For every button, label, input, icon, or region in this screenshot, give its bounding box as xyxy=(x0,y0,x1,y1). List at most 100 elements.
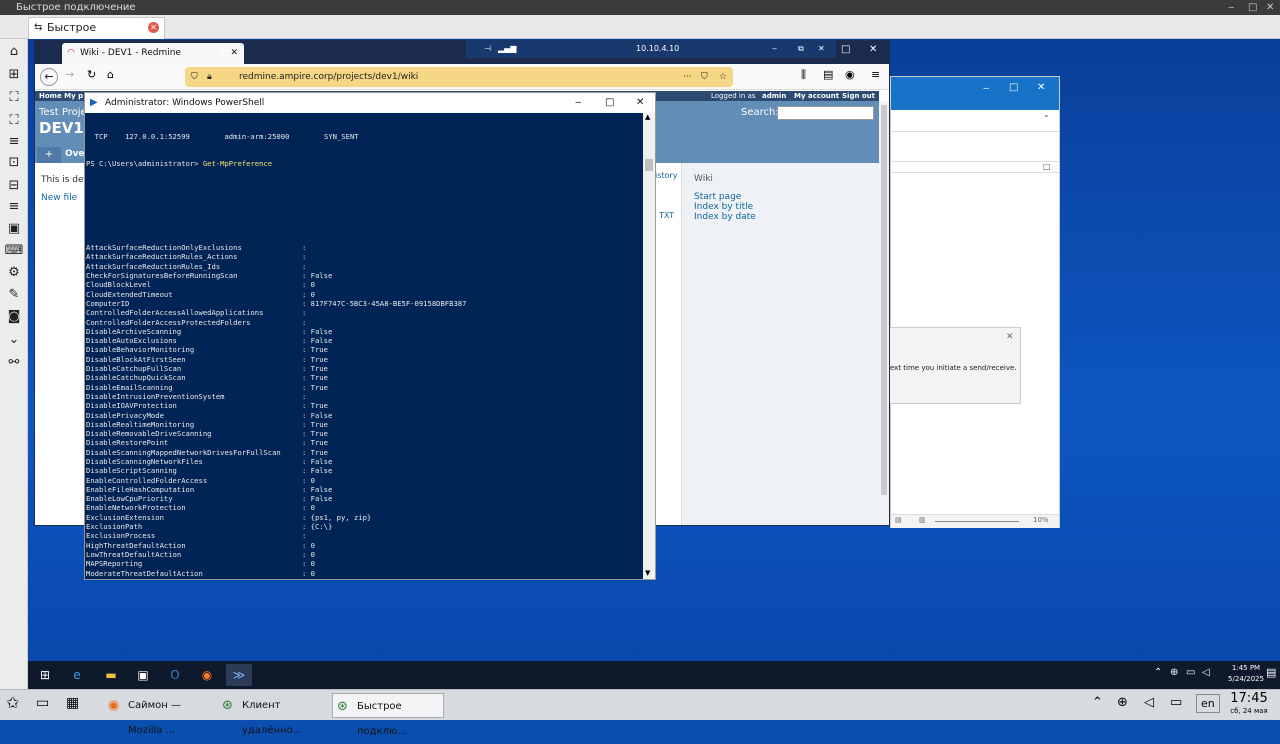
close-icon[interactable]: ✕ xyxy=(1006,332,1014,342)
console-output[interactable]: TCP 127.0.0.1:52599 admin-arm:25000 SYN_… xyxy=(85,113,643,579)
task-remote-client[interactable]: ⊛ Клиент удалённо... xyxy=(218,693,330,736)
new-tab-icon[interactable]: + xyxy=(217,43,229,59)
close-icon[interactable]: ✕ xyxy=(869,44,877,55)
resize-icon[interactable]: ⊟ xyxy=(4,176,24,196)
volume-icon[interactable]: ◁ xyxy=(1202,667,1210,678)
file-explorer-icon[interactable]: ▬ xyxy=(98,664,124,686)
keyboard-layout[interactable]: en xyxy=(1196,694,1220,713)
scale-icon[interactable]: ⊡ xyxy=(4,153,24,173)
firefox-icon[interactable]: ◉ xyxy=(194,664,220,686)
account-icon[interactable]: ◉ xyxy=(845,68,855,81)
window-icon[interactable]: ▣ xyxy=(4,219,24,239)
my-account-link[interactable]: My account xyxy=(794,91,839,101)
powershell-icon[interactable]: ≫ xyxy=(226,664,252,686)
show-desktop-icon[interactable]: ▭ xyxy=(36,695,49,711)
close-icon[interactable]: ✕ xyxy=(636,93,644,113)
zoom-slider[interactable] xyxy=(935,521,1019,522)
menu-icon[interactable]: ≡ xyxy=(4,132,24,152)
restore-icon[interactable]: ⧉ xyxy=(798,40,804,58)
settings-icon[interactable]: ⚙ xyxy=(4,263,24,283)
outlook-icon[interactable]: O xyxy=(162,664,188,686)
pocket-icon[interactable]: ⛉ xyxy=(701,67,708,87)
page-scrollbar[interactable] xyxy=(879,101,889,525)
close-tab-icon[interactable]: ✕ xyxy=(230,43,238,64)
chevron-up-icon[interactable]: ⌃ xyxy=(1092,695,1103,710)
preference-row: ExclusionPath: {C:\} xyxy=(86,522,333,532)
url-bar[interactable]: ⛉ 🔒︎ redmine.ampire.corp/projects/dev1/w… xyxy=(185,67,733,87)
txt-export-link[interactable]: TXT xyxy=(659,211,674,220)
file-manager-icon[interactable]: ▦ xyxy=(66,695,79,711)
keyboard-icon[interactable]: ⌨ xyxy=(4,241,24,261)
fullscreen-icon[interactable]: ⛶ xyxy=(4,88,24,108)
logged-user-link[interactable]: admin xyxy=(762,91,786,101)
menu-icon[interactable]: ≡ xyxy=(871,68,880,81)
library-icon[interactable]: ⫼ xyxy=(801,68,806,82)
search-input[interactable] xyxy=(777,106,874,120)
list-icon[interactable]: ≡ xyxy=(4,197,24,217)
tab-overview[interactable]: Ove xyxy=(65,149,85,159)
minimize-icon[interactable]: ‒ xyxy=(575,93,581,113)
preference-key: EnableNetworkProtection xyxy=(86,503,186,513)
display-icon[interactable]: ▭ xyxy=(1186,667,1195,678)
bookmark-star-icon[interactable]: ☆ xyxy=(719,67,727,87)
pin-icon[interactable]: ⊣ xyxy=(484,40,491,58)
disconnect-icon[interactable]: ⚯ xyxy=(4,353,24,373)
more-icon[interactable]: ··· xyxy=(683,67,692,87)
screenshot-icon[interactable]: ◙ xyxy=(4,307,24,327)
volume-muted-icon[interactable]: ◁ xyxy=(1144,695,1154,710)
home-icon[interactable]: ⌂ xyxy=(107,68,114,81)
preference-key: DisableArchiveScanning xyxy=(86,326,182,336)
home-icon[interactable]: ⌂ xyxy=(4,42,24,62)
maximize-icon[interactable]: □ xyxy=(605,93,614,113)
sign-out-link[interactable]: Sign out xyxy=(842,91,875,101)
scrollbar-thumb[interactable] xyxy=(645,159,653,171)
tab-quick-connect[interactable]: ⇆ Быстрое подключение ✕ xyxy=(28,17,165,54)
history-link[interactable]: istory xyxy=(655,171,677,180)
maximize-icon[interactable]: □ xyxy=(1248,0,1257,15)
fit-screen-icon[interactable]: ⛶ xyxy=(4,111,24,131)
add-connection-icon[interactable]: ⊞ xyxy=(4,65,24,85)
tools-icon[interactable]: ✎ xyxy=(4,285,24,305)
close-icon[interactable]: ✕ xyxy=(1266,0,1274,15)
edge-icon[interactable]: e xyxy=(64,664,90,686)
close-icon[interactable]: ✕ xyxy=(818,40,825,58)
reload-icon[interactable]: ↻ xyxy=(87,68,96,81)
console-scrollbar[interactable]: ▲ ▼ xyxy=(643,113,655,579)
new-file-link[interactable]: New file xyxy=(41,193,77,203)
new-object-button[interactable]: + xyxy=(37,147,61,163)
maximize-icon[interactable]: □ xyxy=(841,44,850,55)
chevron-down-icon[interactable]: ⌄ xyxy=(4,330,24,350)
network-icon[interactable]: ⊕ xyxy=(1170,667,1178,678)
app-icon[interactable]: ▣ xyxy=(130,664,156,686)
top-menu-home[interactable]: Home My p xyxy=(39,91,83,101)
chevron-up-icon[interactable]: ⌃ xyxy=(1043,114,1050,123)
index-by-date-link[interactable]: Index by date xyxy=(694,212,756,222)
forward-icon[interactable]: → xyxy=(65,68,74,81)
powershell-titlebar: ▶ Administrator: Windows PowerShell ‒ □ … xyxy=(85,93,655,113)
task-quick-connect[interactable]: ⊛ Быстрое подклю... xyxy=(332,693,444,737)
monitor-icon[interactable]: ▭ xyxy=(1170,695,1182,710)
start-icon[interactable]: ⊞ xyxy=(32,664,58,686)
close-icon[interactable]: ✕ xyxy=(1037,82,1045,93)
scrollbar-thumb[interactable] xyxy=(881,105,887,495)
chevron-up-icon[interactable]: ⌃ xyxy=(1154,667,1162,678)
normal-view-icon[interactable]: ▤ xyxy=(895,516,902,524)
sidebar-icon[interactable]: ▤ xyxy=(823,68,833,81)
start-menu-icon[interactable]: ✩ xyxy=(6,693,19,712)
start-page-link[interactable]: Start page xyxy=(694,192,741,202)
minimize-icon[interactable]: ‒ xyxy=(983,83,989,94)
scroll-down-icon[interactable]: ▼ xyxy=(645,569,650,577)
maximize-icon[interactable]: □ xyxy=(1009,82,1018,93)
index-by-title-link[interactable]: Index by title xyxy=(694,202,753,212)
network-icon[interactable]: ⊕ xyxy=(1117,695,1128,710)
back-icon[interactable]: ← xyxy=(40,68,58,86)
close-tab-icon[interactable]: ✕ xyxy=(148,22,159,33)
minimize-icon[interactable]: ‒ xyxy=(1228,0,1234,15)
notifications-icon[interactable]: ▤ xyxy=(1266,666,1276,679)
task-firefox[interactable]: ◉ Саймон — Mozilla ... xyxy=(104,693,216,736)
minimize-icon[interactable]: ‒ xyxy=(772,40,777,58)
reading-view-icon[interactable]: ▥ xyxy=(919,516,926,524)
preference-value: {C:\} xyxy=(310,522,333,532)
scroll-up-icon[interactable]: ▲ xyxy=(645,113,650,121)
maximize-pane-icon[interactable]: □ xyxy=(1043,162,1051,171)
